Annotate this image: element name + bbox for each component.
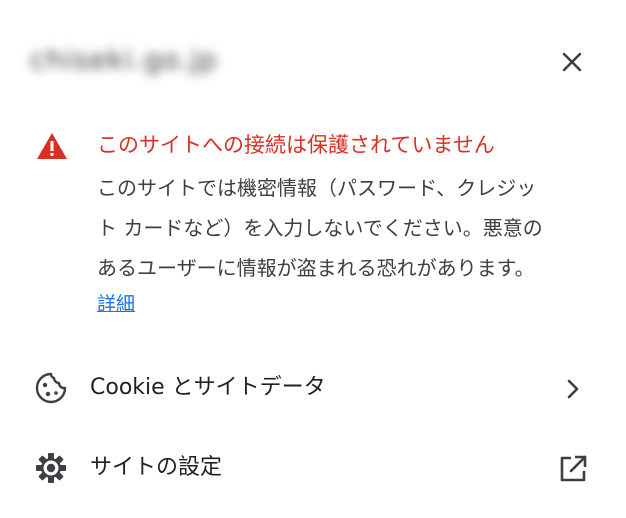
close-icon bbox=[562, 52, 582, 72]
site-info-panel: chiseki.go.jp このサイトへの接続は保護されていません このサイトで… bbox=[0, 0, 626, 518]
gear-icon bbox=[36, 453, 66, 483]
warning-description: このサイトでは機密情報（パスワード、クレジッ ト カードなど）を入力しないでくだ… bbox=[97, 168, 597, 288]
site-settings-item[interactable]: サイトの設定 bbox=[0, 435, 626, 501]
warning-description-line: このサイトでは機密情報（パスワード、クレジッ bbox=[97, 176, 537, 200]
warning-description-line: あるユーザーに情報が盗まれる恐れがあります。 bbox=[97, 256, 535, 280]
external-link-icon bbox=[556, 453, 590, 485]
cookies-and-site-data-label: Cookie とサイトデータ bbox=[90, 375, 326, 400]
close-button[interactable] bbox=[550, 40, 594, 84]
chevron-right-icon bbox=[556, 373, 590, 405]
site-host: chiseki.go.jp bbox=[30, 43, 218, 76]
panel-header: chiseki.go.jp bbox=[0, 0, 626, 110]
warning-triangle-icon bbox=[37, 133, 67, 159]
site-settings-label: サイトの設定 bbox=[90, 455, 223, 480]
warning-description-line: ト カードなど）を入力しないでください。悪意の bbox=[97, 216, 543, 240]
connection-warning: このサイトへの接続は保護されていません このサイトでは機密情報（パスワード、クレ… bbox=[0, 120, 626, 330]
cookies-and-site-data-item[interactable]: Cookie とサイトデータ bbox=[0, 355, 626, 421]
cookie-icon bbox=[35, 372, 67, 404]
warning-title: このサイトへの接続は保護されていません bbox=[97, 133, 495, 157]
details-link[interactable]: 詳細 bbox=[97, 289, 135, 319]
